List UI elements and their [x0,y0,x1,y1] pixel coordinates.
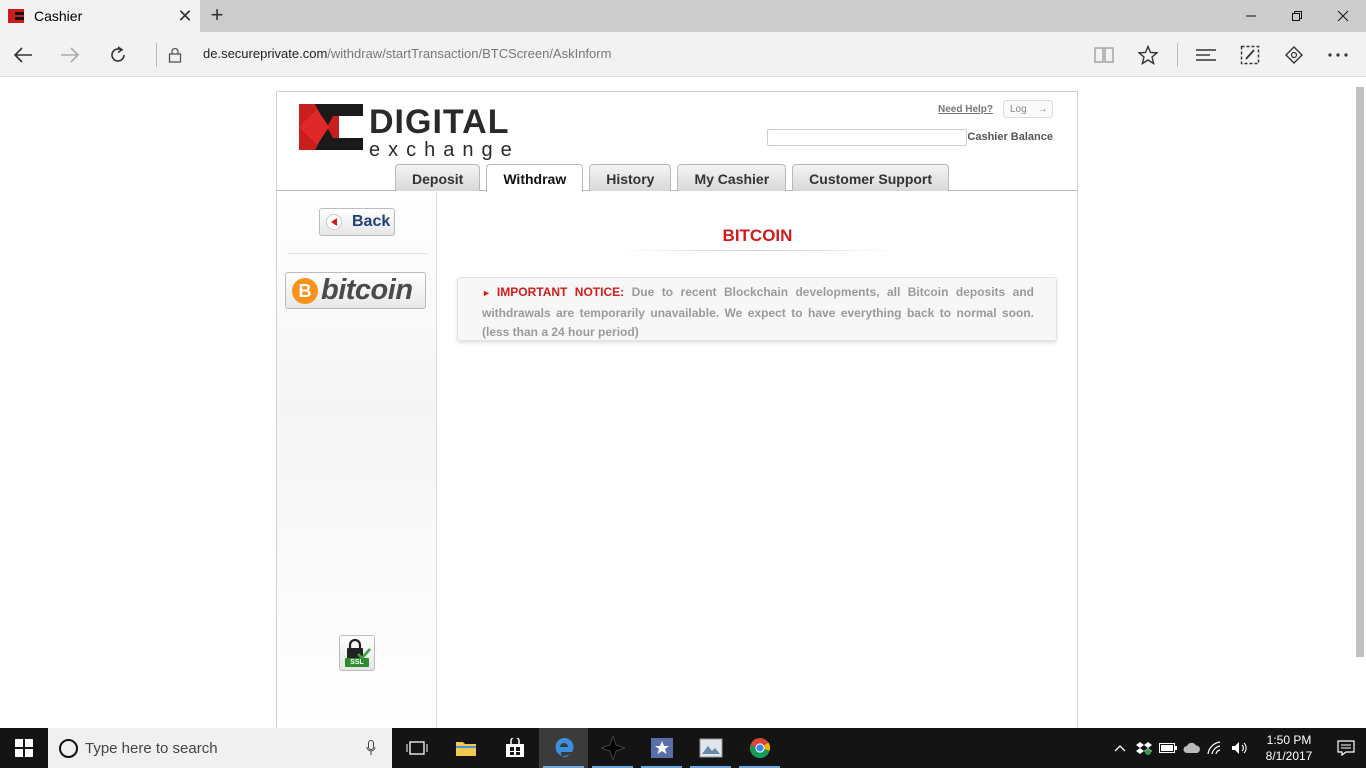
restore-icon[interactable] [1274,0,1320,32]
close-window-icon[interactable] [1320,0,1366,32]
url-field[interactable]: de.secureprivate.com/withdraw/startTrans… [203,46,611,61]
cashier-balance-label: Cashier Balance [967,131,1053,143]
task-view-icon[interactable] [392,728,441,768]
back-button[interactable]: Back [319,208,395,236]
wifi-icon[interactable] [1204,728,1228,768]
notice-label: IMPORTANT NOTICE: [496,285,625,299]
tab-title: Cashier [34,8,83,24]
site-favicon-icon [8,8,24,24]
bitcoin-coin-icon: B [292,277,318,304]
minimize-icon[interactable] [1228,0,1274,32]
logout-label: Log [1010,104,1027,115]
web-note-icon[interactable] [1228,40,1272,70]
cashier-tabs: Deposit Withdraw History My Cashier Cust… [395,164,950,192]
onedrive-icon[interactable] [1180,728,1204,768]
chrome-icon[interactable] [735,728,784,768]
favorite-star-icon[interactable] [1126,40,1170,70]
taskbar-search-box[interactable]: Type here to search [48,728,392,768]
share-icon[interactable] [1272,40,1316,70]
new-tab-icon[interactable]: + [205,4,229,28]
cashier-content: BITCOIN ► IMPORTANT NOTICE: Due to recent… [438,192,1077,728]
cashier-balance-field [767,129,967,146]
app-gallery-icon[interactable] [686,728,735,768]
refresh-icon[interactable] [103,40,133,70]
edge-icon[interactable] [539,728,588,768]
window-controls [1228,0,1366,32]
clock-date: 8/1/2017 [1265,749,1313,763]
taskbar: Type here to search 1:50 PM 8/1/2017 [0,728,1366,768]
sidebar-divider [287,253,427,254]
url-path: /withdraw/startTransaction/BTCScreen/Ask… [327,46,612,61]
show-hidden-icons-chevron-icon[interactable] [1108,728,1132,768]
system-tray: 1:50 PM 8/1/2017 [1108,728,1366,768]
tab-withdraw[interactable]: Withdraw [486,164,584,192]
logout-arrow-icon: → [1037,104,1048,115]
logout-button[interactable]: Log → [1003,100,1053,118]
important-notice: ► IMPORTANT NOTICE: Due to recent Blockch… [457,277,1057,341]
bitcoin-method-button[interactable]: B bitcoin [285,272,426,309]
taskbar-clock[interactable]: 1:50 PM 8/1/2017 [1252,732,1326,764]
ssl-label: SSL [345,658,369,667]
volume-icon[interactable] [1228,728,1252,768]
tab-history[interactable]: History [589,164,672,191]
digital-exchange-logo: DIGITAL exchange [299,102,529,161]
page-viewport: DIGITAL exchange Need Help? Log → Cashie… [0,77,1366,728]
page-title: BITCOIN [722,226,793,245]
browser-tab[interactable]: Cashier ✕ [0,0,200,32]
forward-arrow-icon[interactable] [55,40,85,70]
reading-view-icon[interactable] [1082,40,1126,70]
bitcoin-wordmark: bitcoin [321,274,413,306]
tab-deposit[interactable]: Deposit [395,164,481,191]
cashier-panel: DIGITAL exchange Need Help? Log → Cashie… [276,91,1078,728]
clock-time: 1:50 PM [1266,733,1312,747]
cortana-icon [59,738,78,758]
address-bar: de.secureprivate.com/withdraw/startTrans… [0,32,1366,77]
page-scrollbar[interactable] [1354,77,1366,728]
url-host: de.secureprivate.com [203,46,328,61]
app-black-icon[interactable] [588,728,637,768]
back-arrow-icon[interactable] [8,40,38,70]
need-help-link[interactable]: Need Help? [938,104,993,115]
tab-close-icon[interactable]: ✕ [170,6,200,27]
store-icon[interactable] [490,728,539,768]
logo-mark-icon [299,104,363,150]
tab-customer-support[interactable]: Customer Support [792,164,950,191]
lock-icon[interactable] [160,40,190,70]
notice-bullet-icon: ► [482,288,491,298]
battery-icon[interactable] [1156,728,1180,768]
app-blue-icon[interactable] [637,728,686,768]
microphone-icon[interactable] [366,740,376,761]
title-divider [618,250,898,251]
more-icon[interactable] [1316,40,1360,70]
logo-title: DIGITAL [369,103,510,141]
tab-my-cashier[interactable]: My Cashier [677,164,787,191]
search-placeholder: Type here to search [85,739,218,757]
hub-icon[interactable] [1184,40,1228,70]
ssl-badge: SSL [339,635,375,671]
toolbar-separator [1170,40,1184,70]
cashier-sidebar: Back B bitcoin SSL [277,192,437,728]
windows-start-icon[interactable] [0,728,48,768]
back-label: Back [352,213,391,230]
back-arrow-icon [326,214,342,230]
browser-toolbar [1082,40,1360,70]
separator [156,43,157,67]
dropbox-icon[interactable] [1132,728,1156,768]
cashier-header: DIGITAL exchange Need Help? Log → Cashie… [277,92,1077,192]
browser-tab-bar: Cashier ✕ + [0,0,1366,32]
scrollbar-thumb[interactable] [1356,87,1364,657]
file-explorer-icon[interactable] [441,728,490,768]
logo-subtitle: exchange [369,139,520,161]
action-center-icon[interactable] [1326,728,1366,768]
